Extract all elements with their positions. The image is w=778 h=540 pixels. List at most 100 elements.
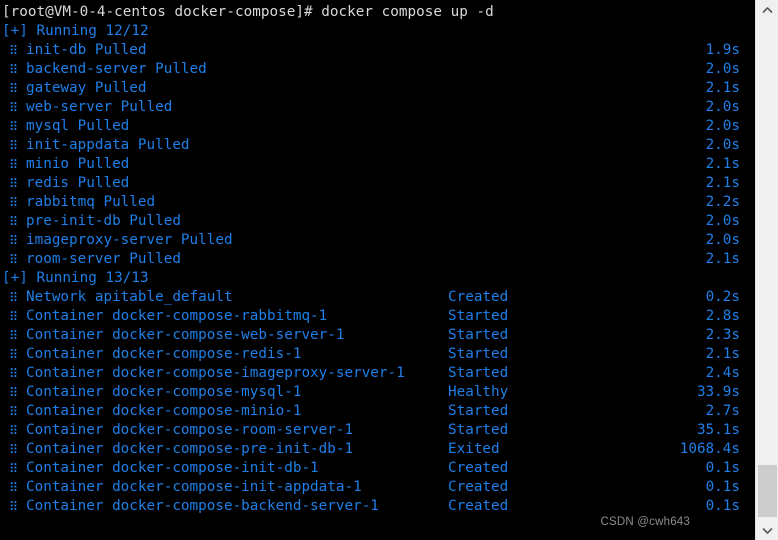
pull-row: ⠿ gateway Pulled 2.1s	[0, 79, 755, 98]
resource-status: Started	[448, 308, 509, 324]
resource-status: Exited	[448, 441, 500, 457]
braille-bullet-icon: ⠿	[9, 385, 19, 400]
elapsed-time: 2.7s	[705, 403, 740, 419]
terminal-output-area[interactable]: [root@VM-0-4-centos docker-compose]# doc…	[0, 0, 755, 540]
service-name: imageproxy-server Pulled	[26, 232, 233, 248]
braille-bullet-icon: ⠿	[9, 290, 19, 305]
braille-bullet-icon: ⠿	[9, 138, 19, 153]
elapsed-time: 2.3s	[705, 327, 740, 343]
resource-name: Container docker-compose-redis-1	[26, 346, 302, 362]
resource-status: Started	[448, 365, 509, 381]
service-name: redis Pulled	[26, 175, 130, 191]
resource-name: Container docker-compose-init-db-1	[26, 460, 319, 476]
braille-bullet-icon: ⠿	[9, 195, 19, 210]
braille-bullet-icon: ⠿	[9, 43, 19, 58]
pull-section-header: [+] Running 12/12	[2, 23, 149, 39]
pull-row: ⠿ imageproxy-server Pulled 2.0s	[0, 231, 755, 250]
service-name: pre-init-db Pulled	[26, 213, 181, 229]
service-name: minio Pulled	[26, 156, 130, 172]
elapsed-time: 2.8s	[705, 308, 740, 324]
elapsed-time: 0.1s	[705, 460, 740, 476]
elapsed-time: 2.0s	[705, 61, 740, 77]
elapsed-time: 2.0s	[705, 137, 740, 153]
braille-bullet-icon: ⠿	[9, 442, 19, 457]
resource-name: Container docker-compose-rabbitmq-1	[26, 308, 328, 324]
run-section-header: [+] Running 13/13	[2, 270, 149, 286]
resource-status: Started	[448, 327, 509, 343]
resource-name: Container docker-compose-room-server-1	[26, 422, 354, 438]
braille-bullet-icon: ⠿	[9, 214, 19, 229]
run-row: ⠿ Container docker-compose-rabbitmq-1 Star…	[0, 307, 755, 326]
braille-bullet-icon: ⠿	[9, 461, 19, 476]
elapsed-time: 2.0s	[705, 232, 740, 248]
braille-bullet-icon: ⠿	[9, 347, 19, 362]
pull-row: ⠿ redis Pulled 2.1s	[0, 174, 755, 193]
elapsed-time: 0.1s	[705, 498, 740, 514]
elapsed-time: 2.0s	[705, 118, 740, 134]
service-name: init-db Pulled	[26, 42, 147, 58]
braille-bullet-icon: ⠿	[9, 252, 19, 267]
pull-row: ⠿ init-db Pulled 1.9s	[0, 41, 755, 60]
resource-name: Container docker-compose-imageproxy-serv…	[26, 365, 405, 381]
resource-status: Started	[448, 403, 509, 419]
resource-status: Started	[448, 422, 509, 438]
braille-bullet-icon: ⠿	[9, 81, 19, 96]
service-name: room-server Pulled	[26, 251, 181, 267]
braille-bullet-icon: ⠿	[9, 366, 19, 381]
braille-bullet-icon: ⠿	[9, 309, 19, 324]
pull-row: ⠿ mysql Pulled 2.0s	[0, 117, 755, 136]
braille-bullet-icon: ⠿	[9, 328, 19, 343]
run-row: ⠿ Container docker-compose-init-db-1 Creat…	[0, 459, 755, 478]
resource-name: Container docker-compose-pre-init-db-1	[26, 441, 354, 457]
elapsed-time: 0.1s	[705, 479, 740, 495]
elapsed-time: 2.1s	[705, 346, 740, 362]
scrollbar-down-button[interactable]	[756, 520, 778, 540]
run-row: ⠿ Container docker-compose-init-appdata-1…	[0, 478, 755, 497]
chevron-down-icon	[762, 527, 773, 534]
elapsed-time: 0.2s	[705, 289, 740, 305]
resource-status: Created	[448, 289, 509, 305]
resource-name: Container docker-compose-mysql-1	[26, 384, 302, 400]
scrollbar-thumb[interactable]	[758, 465, 777, 517]
run-row: ⠿ Container docker-compose-web-server-1 St…	[0, 326, 755, 345]
resource-name: Container docker-compose-minio-1	[26, 403, 302, 419]
elapsed-time: 1068.4s	[679, 441, 740, 457]
pull-row: ⠿ init-appdata Pulled 2.0s	[0, 136, 755, 155]
run-row: ⠿ Container docker-compose-redis-1 Started…	[0, 345, 755, 364]
pull-row: ⠿ room-server Pulled 2.1s	[0, 250, 755, 269]
run-rows-list: ⠿ Network apitable_default Created 0.2s ⠿ Con…	[0, 288, 755, 516]
resource-name: Container docker-compose-init-appdata-1	[26, 479, 362, 495]
braille-bullet-icon: ⠿	[9, 62, 19, 77]
braille-bullet-icon: ⠿	[9, 233, 19, 248]
scrollbar-up-button[interactable]	[756, 0, 778, 20]
service-name: mysql Pulled	[26, 118, 130, 134]
braille-bullet-icon: ⠿	[9, 480, 19, 495]
elapsed-time: 2.1s	[705, 156, 740, 172]
run-row: ⠿ Container docker-compose-room-server-1 S…	[0, 421, 755, 440]
resource-status: Created	[448, 498, 509, 514]
pull-row: ⠿ pre-init-db Pulled 2.0s	[0, 212, 755, 231]
braille-bullet-icon: ⠿	[9, 499, 19, 514]
elapsed-time: 2.4s	[705, 365, 740, 381]
elapsed-time: 2.1s	[705, 251, 740, 267]
resource-name: Network apitable_default	[26, 289, 233, 305]
elapsed-time: 2.1s	[705, 80, 740, 96]
run-row: ⠿ Container docker-compose-minio-1 Started…	[0, 402, 755, 421]
braille-bullet-icon: ⠿	[9, 404, 19, 419]
pull-row: ⠿ rabbitmq Pulled 2.2s	[0, 193, 755, 212]
pull-row: ⠿ minio Pulled 2.1s	[0, 155, 755, 174]
run-row: ⠿ Container docker-compose-mysql-1 Healthy…	[0, 383, 755, 402]
vertical-scrollbar[interactable]	[755, 0, 778, 540]
resource-status: Created	[448, 460, 509, 476]
pull-row: ⠿ web-server Pulled 2.0s	[0, 98, 755, 117]
elapsed-time: 1.9s	[705, 42, 740, 58]
braille-bullet-icon: ⠿	[9, 176, 19, 191]
run-row: ⠿ Container docker-compose-backend-server…	[0, 497, 755, 516]
resource-status: Healthy	[448, 384, 509, 400]
terminal-window: [root@VM-0-4-centos docker-compose]# doc…	[0, 0, 778, 540]
resource-status: Created	[448, 479, 509, 495]
run-row: ⠿ Container docker-compose-imageproxy-ser…	[0, 364, 755, 383]
resource-name: Container docker-compose-web-server-1	[26, 327, 345, 343]
elapsed-time: 2.2s	[705, 194, 740, 210]
elapsed-time: 33.9s	[696, 384, 740, 400]
